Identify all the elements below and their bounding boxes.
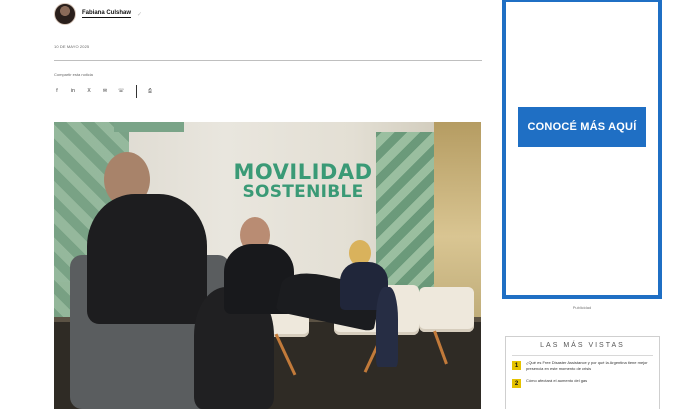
article-hero-photo: MOVILIDAD SOSTENIBLE <box>54 122 481 409</box>
article-date: 10 DE MAYO 2025 <box>54 44 90 49</box>
divider <box>54 60 482 61</box>
list-item[interactable]: 1 ¿Qué es Free Disaster Assistance y por… <box>506 360 659 372</box>
author-row: Fabiana Culshaw ✓ <box>54 3 142 25</box>
linkedin-icon[interactable]: in <box>70 88 76 94</box>
share-bar: f in X ✉ ☏ ⎙ <box>54 84 153 98</box>
event-sign-line1: MOVILIDAD <box>233 160 373 184</box>
ad-cta-button[interactable]: CONOCÉ MÁS AQUÍ <box>518 107 646 147</box>
author-name-link[interactable]: Fabiana Culshaw <box>82 10 132 18</box>
whatsapp-icon[interactable]: ☏ <box>118 88 124 94</box>
leaf-pattern-top <box>114 122 184 132</box>
share-separator <box>136 84 137 98</box>
divider <box>512 355 653 356</box>
check-badge-icon: ✓ <box>137 11 143 18</box>
ad-banner[interactable]: CONOCÉ MÁS AQUÍ <box>502 0 662 299</box>
event-sign-line2: SOSTENIBLE <box>242 182 364 202</box>
list-item-title[interactable]: ¿Qué es Free Disaster Assistance y por q… <box>526 360 653 372</box>
speaker-left <box>87 194 207 324</box>
event-sign: MOVILIDAD SOSTENIBLE <box>227 160 379 203</box>
facebook-icon[interactable]: f <box>54 88 60 94</box>
ad-caption: Publicidad <box>572 305 592 310</box>
print-icon[interactable]: ⎙ <box>147 88 153 94</box>
list-item-title[interactable]: Cómo afectará el aumento del gas <box>526 378 587 388</box>
list-item[interactable]: 2 Cómo afectará el aumento del gas <box>506 378 659 388</box>
most-viewed-widget: LAS MÁS VISTAS 1 ¿Qué es Free Disaster A… <box>505 336 660 409</box>
share-label: Compartir esta noticia <box>54 72 93 77</box>
author-avatar[interactable] <box>54 3 76 25</box>
email-icon[interactable]: ✉ <box>102 88 108 94</box>
most-viewed-title: LAS MÁS VISTAS <box>540 342 625 349</box>
armchair-far-right <box>419 287 474 332</box>
rank-badge: 2 <box>512 379 521 388</box>
rank-badge: 1 <box>512 361 521 370</box>
x-icon[interactable]: X <box>86 88 92 94</box>
speaker-right-legs <box>376 287 398 367</box>
